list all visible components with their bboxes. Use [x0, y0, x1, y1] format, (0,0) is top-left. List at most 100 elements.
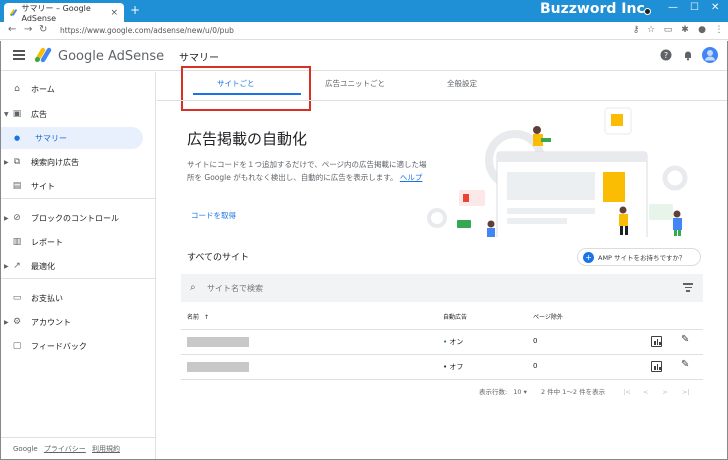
site-search-bar: ⌕: [181, 274, 703, 302]
help-link[interactable]: ヘルプ: [400, 173, 423, 182]
account-icon[interactable]: ●: [697, 25, 707, 35]
browser-tab[interactable]: サマリー – Google AdSense ×: [4, 3, 124, 23]
search-ads-icon: ⧉: [13, 157, 21, 167]
sidebar-item-feedback[interactable]: ▢ フィードバック: [1, 335, 156, 357]
caret-right-icon: ▶: [4, 318, 9, 326]
plus-icon: +: [583, 252, 594, 263]
maximize-icon[interactable]: ☐: [690, 2, 699, 13]
search-icon: ⌕: [190, 282, 196, 293]
trending-up-icon: ↗: [13, 261, 21, 271]
sidebar-item-label: 検索向け広告: [31, 157, 79, 167]
terms-link[interactable]: 利用規約: [92, 445, 120, 453]
site-name-redacted: [187, 337, 249, 347]
table-divider: [181, 379, 703, 380]
sidebar-item-home[interactable]: ⌂ ホーム: [1, 78, 156, 100]
sidebar-item-blocking-controls[interactable]: ▶ ⊘ ブロックのコントロール: [1, 207, 156, 229]
reports-icon: ▥: [12, 237, 22, 247]
sidebar-item-sites[interactable]: ▤ サイト: [1, 175, 156, 197]
edit-pencil-icon[interactable]: ✎: [681, 359, 689, 370]
adsense-favicon-icon: [10, 9, 17, 16]
reload-icon[interactable]: ↻: [39, 24, 47, 35]
notifications-bell-icon[interactable]: [682, 49, 694, 61]
table-row[interactable]: • オン 0 ✎: [181, 330, 703, 354]
tab-general-settings[interactable]: 全般設定: [447, 78, 477, 89]
sidebar-item-reports[interactable]: ▥ レポート: [1, 231, 156, 253]
extensions-icon[interactable]: ✱: [680, 25, 690, 35]
get-code-link[interactable]: コードを取得: [191, 210, 236, 221]
avatar[interactable]: [702, 47, 718, 63]
feedback-icon: ▢: [12, 341, 22, 351]
status-dot-icon: •: [443, 363, 448, 371]
product-name: Google AdSense: [58, 49, 165, 64]
page-exclusions-count: 0: [533, 362, 538, 370]
help-icon[interactable]: ?: [660, 49, 672, 61]
sidebar-item-label: ブロックのコントロール: [31, 213, 119, 223]
new-tab-button[interactable]: +: [130, 3, 140, 17]
report-icon[interactable]: [651, 361, 662, 372]
auto-ads-status: • オン: [443, 337, 463, 347]
app-header: Google AdSense サマリー ?: [1, 41, 727, 71]
sidebar-divider: [1, 278, 156, 279]
key-icon[interactable]: ⚷: [631, 25, 641, 35]
auto-ads-status: • オフ: [443, 362, 463, 372]
close-tab-icon[interactable]: ×: [110, 8, 118, 18]
cast-icon[interactable]: ▭: [663, 25, 673, 35]
minimize-icon[interactable]: —: [668, 2, 678, 13]
table-row[interactable]: • オフ 0 ✎: [181, 355, 703, 379]
column-header-auto-ads[interactable]: 自動広告: [443, 312, 467, 321]
ads-icon: ▣: [12, 109, 22, 119]
sidebar-item-ads[interactable]: ▼ ▣ 広告: [1, 103, 156, 125]
column-header-page-exclusions[interactable]: ページ除外: [533, 312, 563, 321]
sidebar-item-label: アカウント: [31, 317, 71, 327]
caret-right-icon: ▶: [4, 158, 9, 166]
next-page-icon[interactable]: >: [662, 388, 667, 396]
sort-arrow-up-icon[interactable]: ↑: [204, 314, 209, 321]
home-icon: ⌂: [14, 84, 20, 94]
window-close-icon[interactable]: ✕: [711, 2, 719, 13]
pagination-range: 2 件中 1〜2 件を表示: [540, 388, 606, 396]
star-icon[interactable]: ☆: [646, 25, 656, 35]
back-icon[interactable]: ←: [8, 24, 16, 35]
hamburger-menu-icon[interactable]: [13, 50, 25, 60]
sidebar: ⌂ ホーム ▼ ▣ 広告 ● サマリー ▶ ⧉ 検索向け広告 ▤ サイト ▶ ⊘…: [1, 72, 156, 459]
edit-pencil-icon[interactable]: ✎: [681, 334, 689, 345]
filter-icon[interactable]: [683, 283, 693, 292]
sidebar-item-search-ads[interactable]: ▶ ⧉ 検索向け広告: [1, 151, 156, 173]
gear-icon: ⚙: [12, 317, 22, 327]
sidebar-item-payments[interactable]: ▭ お支払い: [1, 287, 156, 309]
google-label: Google: [13, 445, 38, 453]
sidebar-item-summary[interactable]: ● サマリー: [1, 127, 143, 149]
rows-per-page-label: 表示行数:: [479, 388, 508, 396]
tab-by-site[interactable]: サイトごと: [217, 78, 255, 89]
bullet-icon: ●: [13, 134, 21, 142]
pagination: 表示行数: 10 ▾ 2 件中 1〜2 件を表示 |< < > >|: [479, 386, 690, 396]
rows-per-page-select[interactable]: 10 ▾: [513, 388, 527, 396]
main-content: サイトごと 広告ユニットごと 全般設定 広告掲載の自動化 サイトにコードを１つ追…: [157, 66, 727, 459]
first-page-icon[interactable]: |<: [623, 388, 631, 396]
sidebar-item-label: レポート: [31, 237, 63, 247]
prev-page-icon[interactable]: <: [643, 388, 648, 396]
column-header-name[interactable]: 名前 ↑: [187, 312, 209, 321]
report-icon[interactable]: [651, 336, 662, 347]
sidebar-divider: [1, 437, 156, 438]
forward-icon[interactable]: →: [24, 24, 32, 35]
search-input[interactable]: [207, 280, 607, 296]
tab-by-ad-unit[interactable]: 広告ユニットごと: [325, 78, 385, 89]
url-field[interactable]: https://www.google.com/adsense/new/u/0/p…: [60, 24, 640, 38]
rows-per-page-value: 10: [513, 388, 522, 396]
dropdown-arrow-icon: ▾: [523, 388, 527, 396]
page-title: サマリー: [179, 53, 219, 64]
privacy-link[interactable]: プライバシー: [44, 445, 86, 453]
adsense-logo-icon: [34, 47, 52, 63]
sidebar-item-label: ホーム: [31, 84, 55, 94]
sidebar-item-account[interactable]: ▶ ⚙ アカウント: [1, 311, 156, 333]
sidebar-item-optimization[interactable]: ▶ ↗ 最適化: [1, 255, 156, 277]
sidebar-footer: Google プライバシー 利用規約: [13, 444, 120, 454]
caret-down-icon: ▼: [4, 110, 9, 118]
amp-sites-button[interactable]: + AMP サイトをお持ちですか？: [577, 248, 701, 266]
sidebar-item-label: 広告: [31, 109, 47, 119]
sidebar-item-label: サマリー: [35, 133, 67, 143]
browser-tab-title: サマリー – Google AdSense: [21, 3, 91, 23]
menu-dots-icon[interactable]: ⋮: [714, 25, 724, 35]
last-page-icon[interactable]: >|: [682, 388, 690, 396]
